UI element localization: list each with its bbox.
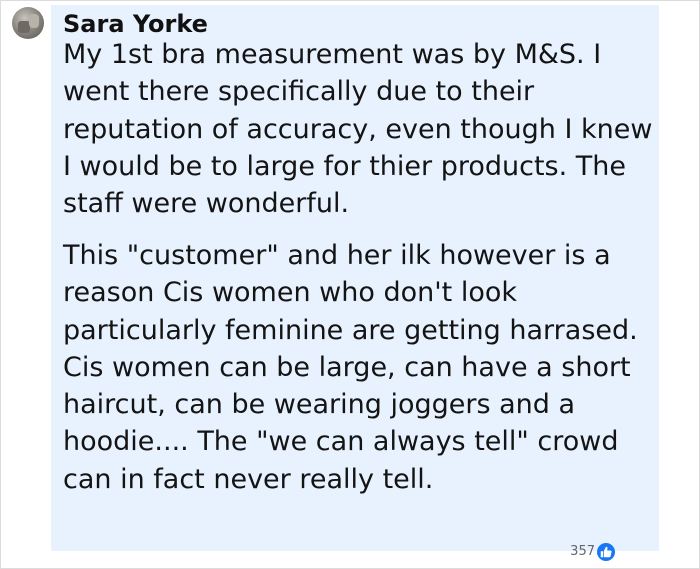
reaction-count: 357 [570, 544, 595, 559]
comment-author[interactable]: Sara Yorke [63, 9, 208, 39]
comment-paragraph-2: This "customer" and her ilk however is a… [63, 240, 638, 495]
avatar-photo-part [29, 14, 39, 28]
comment-card: Sara Yorke My 1st bra measurement was by… [0, 0, 700, 569]
avatar[interactable] [12, 7, 44, 39]
comment-paragraph-1: My 1st bra measurement was by M&S. I wen… [63, 39, 653, 220]
reaction-summary[interactable]: 357 [570, 543, 615, 561]
like-icon [597, 543, 615, 561]
